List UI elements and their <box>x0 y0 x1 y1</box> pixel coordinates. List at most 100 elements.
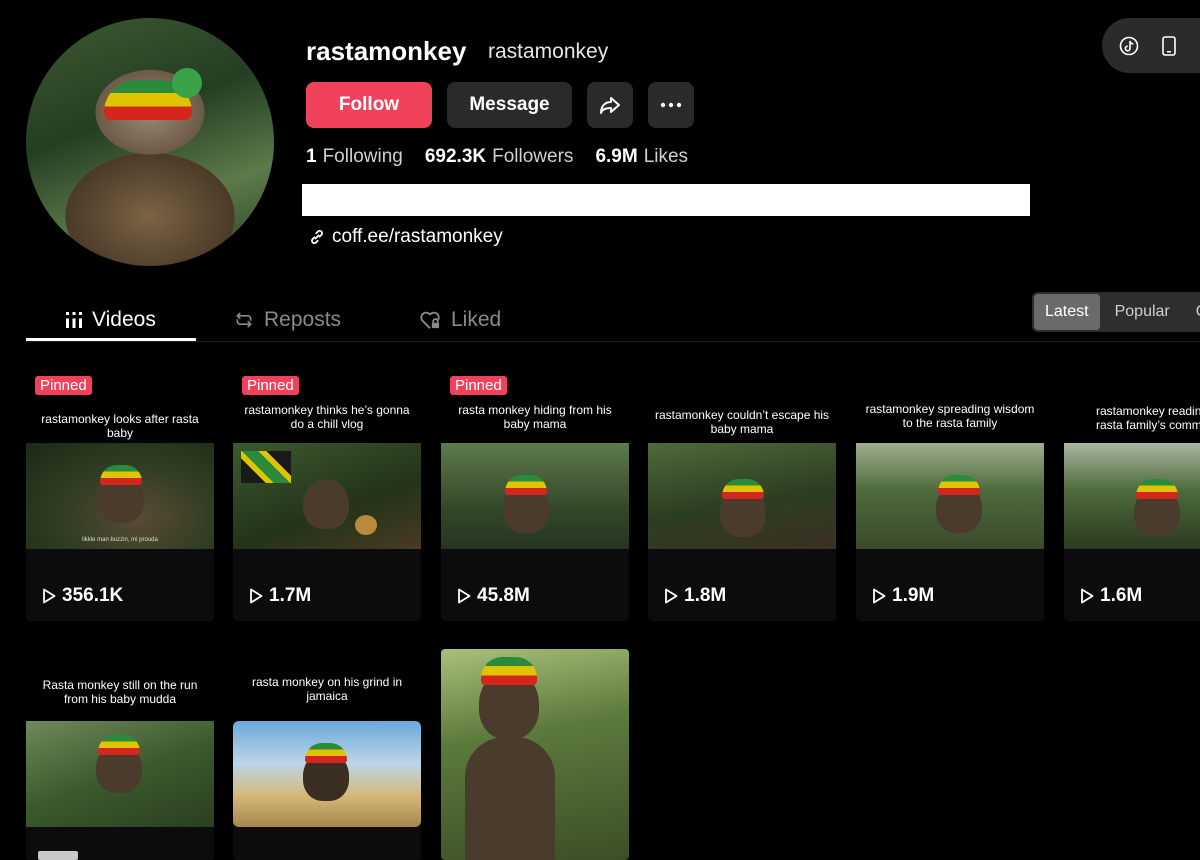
play-icon <box>250 588 263 604</box>
jamaica-flag <box>241 451 291 483</box>
view-count: 1.9M <box>872 585 934 607</box>
video-caption: rastamonkey spreading wisdom to the rast… <box>865 402 1035 430</box>
stat-followers[interactable]: 692.3K Followers <box>425 146 574 168</box>
avatar-hat-pom <box>172 68 202 98</box>
play-icon <box>665 588 678 604</box>
follow-button[interactable]: Follow <box>306 82 432 128</box>
monkey-body <box>465 737 555 860</box>
view-count-text: 45.8M <box>477 585 530 606</box>
video-thumbnail <box>233 721 421 827</box>
monkey-figure <box>98 465 144 523</box>
monkey-figure <box>720 479 766 537</box>
tab-label: Videos <box>92 308 156 331</box>
tab-label: Liked <box>451 308 502 331</box>
share-button[interactable] <box>587 82 633 128</box>
video-card[interactable]: Pinned rasta monkey hiding from his baby… <box>441 372 629 621</box>
stat-value: 692.3K <box>424 146 487 167</box>
video-caption: Rasta monkey still on the run from his b… <box>42 678 198 706</box>
monkey-figure <box>303 479 349 529</box>
stat-following[interactable]: 1 Following <box>306 146 403 168</box>
profile-username: rastamonkey <box>306 36 467 66</box>
view-count-text: 1.8M <box>684 585 727 606</box>
video-caption: rasta monkey hiding from his baby mama <box>458 403 612 431</box>
video-thumbnail <box>441 443 629 549</box>
video-card[interactable]: Rasta monkey still on the run from his b… <box>26 649 214 860</box>
heart-lock-icon <box>420 311 440 329</box>
sort-popular[interactable]: Popular <box>1104 294 1181 330</box>
more-options-button[interactable] <box>648 82 694 128</box>
message-button[interactable]: Message <box>447 82 572 128</box>
video-card[interactable] <box>441 649 629 860</box>
monkey-figure <box>303 743 349 801</box>
mobile-app-button[interactable] <box>1158 35 1180 57</box>
repost-icon <box>236 312 252 328</box>
tabs-divider <box>26 341 1200 342</box>
stat-label: Followers <box>492 146 574 167</box>
sort-control: Latest Popular O <box>1032 292 1200 332</box>
view-count: 356.1K <box>42 585 123 607</box>
video-caption: rastamonkey thinks he’s gonna do a chill… <box>244 403 410 431</box>
video-thumbnail <box>856 443 1044 549</box>
sort-oldest[interactable]: O <box>1185 294 1200 330</box>
grid-icon <box>66 312 82 328</box>
tab-reposts[interactable]: Reposts <box>234 300 341 340</box>
video-card[interactable]: rastamonkey reading rasta family’s comme … <box>1064 372 1200 621</box>
tab-label: Reposts <box>264 308 342 331</box>
stat-value: 1 <box>306 146 317 167</box>
bio-redaction-bar <box>302 184 1030 216</box>
top-right-toolbar <box>1102 18 1200 73</box>
view-count: 1.8M <box>664 585 726 607</box>
monkey-figure <box>1134 479 1180 537</box>
share-icon <box>600 97 620 114</box>
view-count-text: 356.1K <box>62 585 124 606</box>
video-caption: rasta monkey on his grind in jamaica <box>251 675 403 703</box>
coconut-drink <box>355 515 377 535</box>
view-count-text: 1.9M <box>892 585 935 606</box>
phone-icon <box>1162 35 1176 56</box>
profile-stats: 1 Following 692.3K Followers 6.9M Likes <box>306 146 688 168</box>
profile-avatar[interactable] <box>26 18 274 266</box>
sort-latest[interactable]: Latest <box>1034 294 1100 330</box>
monkey-figure <box>479 657 539 739</box>
video-card[interactable]: Pinned rastamonkey looks after rasta bab… <box>26 372 214 621</box>
video-caption: rastamonkey looks after rasta baby <box>41 412 199 440</box>
tab-liked[interactable]: Liked <box>419 300 501 340</box>
video-card[interactable]: rasta monkey on his grind in jamaica <box>233 649 421 860</box>
monkey-figure <box>503 475 549 533</box>
stat-label: Following <box>322 146 403 167</box>
video-thumbnail <box>648 443 836 549</box>
video-card[interactable]: Pinned rastamonkey thinks he’s gonna do … <box>233 372 421 621</box>
stat-likes: 6.9M Likes <box>595 146 688 168</box>
profile-nickname: rastamonkey <box>488 40 609 63</box>
video-card[interactable]: rastamonkey spreading wisdom to the rast… <box>856 372 1044 621</box>
play-icon <box>873 588 886 604</box>
tiktok-logo-button[interactable] <box>1118 35 1140 57</box>
play-icon <box>1081 588 1094 604</box>
play-icon <box>458 588 471 604</box>
pinned-badge: Pinned <box>242 376 299 395</box>
monkey-figure <box>936 475 982 533</box>
stat-label: Likes <box>643 146 689 167</box>
profile-link-text: coff.ee/rastamonkey <box>332 226 503 247</box>
view-count: 1.7M <box>249 585 311 607</box>
monkey-figure <box>96 735 142 793</box>
thumbnail-badge <box>38 851 78 860</box>
stat-value: 6.9M <box>595 146 638 167</box>
video-caption: rastamonkey couldn’t escape his baby mam… <box>654 408 830 436</box>
video-subtitle: likkle man buzzin, mi prouda <box>82 537 158 543</box>
video-card[interactable]: rastamonkey couldn’t escape his baby mam… <box>648 372 836 621</box>
tiktok-icon <box>1119 36 1139 55</box>
profile-link[interactable]: coff.ee/rastamonkey <box>308 226 503 248</box>
ellipsis-icon <box>660 102 682 108</box>
video-thumbnail <box>26 721 214 827</box>
video-caption: rastamonkey reading rasta family’s comme <box>1096 404 1200 432</box>
video-thumbnail <box>233 443 421 549</box>
tab-videos[interactable]: Videos <box>66 300 156 340</box>
link-icon <box>311 229 323 245</box>
view-count-text: 1.7M <box>269 585 312 606</box>
video-thumbnail <box>1064 443 1200 549</box>
view-count-text: 1.6M <box>1100 585 1143 606</box>
pinned-badge: Pinned <box>450 376 507 395</box>
video-thumbnail: likkle man buzzin, mi prouda <box>26 443 214 549</box>
view-count: 45.8M <box>457 585 530 607</box>
